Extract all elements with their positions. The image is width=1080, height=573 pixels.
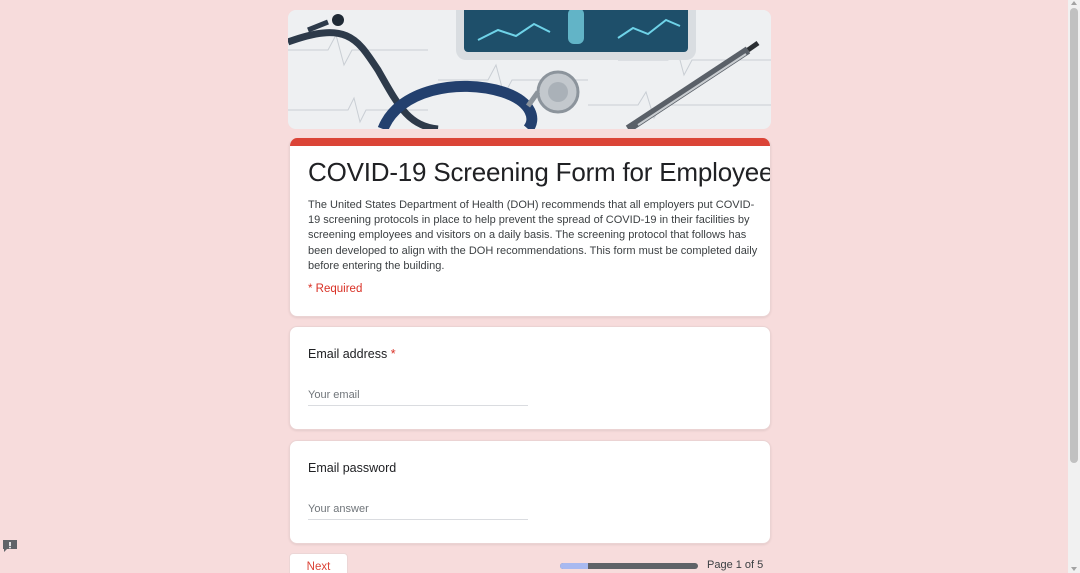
header-banner-image: [288, 10, 771, 129]
form-title: COVID-19 Screening Form for Employees: [308, 157, 771, 187]
report-problem-icon[interactable]: [2, 539, 18, 553]
question-label-email: Email address *: [308, 347, 396, 361]
page-indicator: Page 1 of 5: [707, 559, 764, 571]
medical-banner-image: [288, 10, 771, 129]
form-description: The United States Department of Health (…: [308, 199, 758, 272]
required-asterisk: *: [390, 347, 396, 361]
email-field[interactable]: [308, 385, 528, 406]
question-label-text: Email address: [308, 347, 388, 361]
vertical-scrollbar[interactable]: [1068, 0, 1080, 573]
header-accent-bar: [290, 138, 770, 146]
question-label-password: Email password: [308, 461, 397, 475]
progress-bar-fill: [560, 563, 588, 569]
scroll-up-arrow-icon[interactable]: [1071, 1, 1077, 5]
next-button[interactable]: Next: [289, 553, 348, 573]
scroll-down-arrow-icon[interactable]: [1071, 567, 1077, 571]
question-card-password: Email password: [289, 440, 771, 544]
question-card-email: Email address *: [289, 326, 771, 430]
progress-bar: [560, 563, 698, 569]
scrollbar-thumb[interactable]: [1070, 8, 1078, 463]
form-header-card: COVID-19 Screening Form for Employees Th…: [289, 138, 771, 317]
form-page: COVID-19 Screening Form for Employees Th…: [0, 0, 1080, 573]
required-note: * Required: [308, 283, 363, 295]
password-answer-field[interactable]: [308, 499, 528, 520]
